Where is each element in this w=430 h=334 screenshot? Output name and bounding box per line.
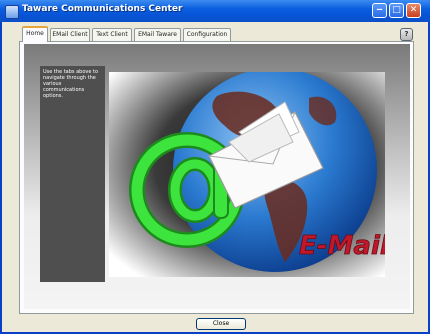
sidebar-text: Use the tabs above to navigate through t… <box>43 69 99 99</box>
close-button[interactable]: Close <box>196 318 246 330</box>
close-window-button[interactable]: ✕ <box>406 3 421 18</box>
maximize-button[interactable]: □ <box>389 3 404 18</box>
app-icon <box>5 5 19 19</box>
tab-home[interactable]: Home <box>22 26 48 42</box>
tab-email-taware[interactable]: EMail Taware <box>134 28 181 41</box>
email-illustration: E-Mail <box>109 72 385 277</box>
email-label: E-Mail <box>299 231 385 261</box>
main-window: Taware Communications Center ‒ □ ✕ Home … <box>0 0 430 334</box>
help-button[interactable]: ? <box>400 28 413 41</box>
tab-text-client[interactable]: Text Client <box>92 28 132 41</box>
info-sidebar: Use the tabs above to navigate through t… <box>40 66 105 282</box>
tab-configuration[interactable]: Configuration <box>183 28 231 41</box>
title-bar[interactable]: Taware Communications Center ‒ □ ✕ <box>0 0 430 22</box>
tab-email-client[interactable]: EMail Client <box>50 28 90 41</box>
window-title: Taware Communications Center <box>22 4 183 14</box>
minimize-button[interactable]: ‒ <box>372 3 387 18</box>
email-banner-image: E-Mail <box>109 72 385 277</box>
